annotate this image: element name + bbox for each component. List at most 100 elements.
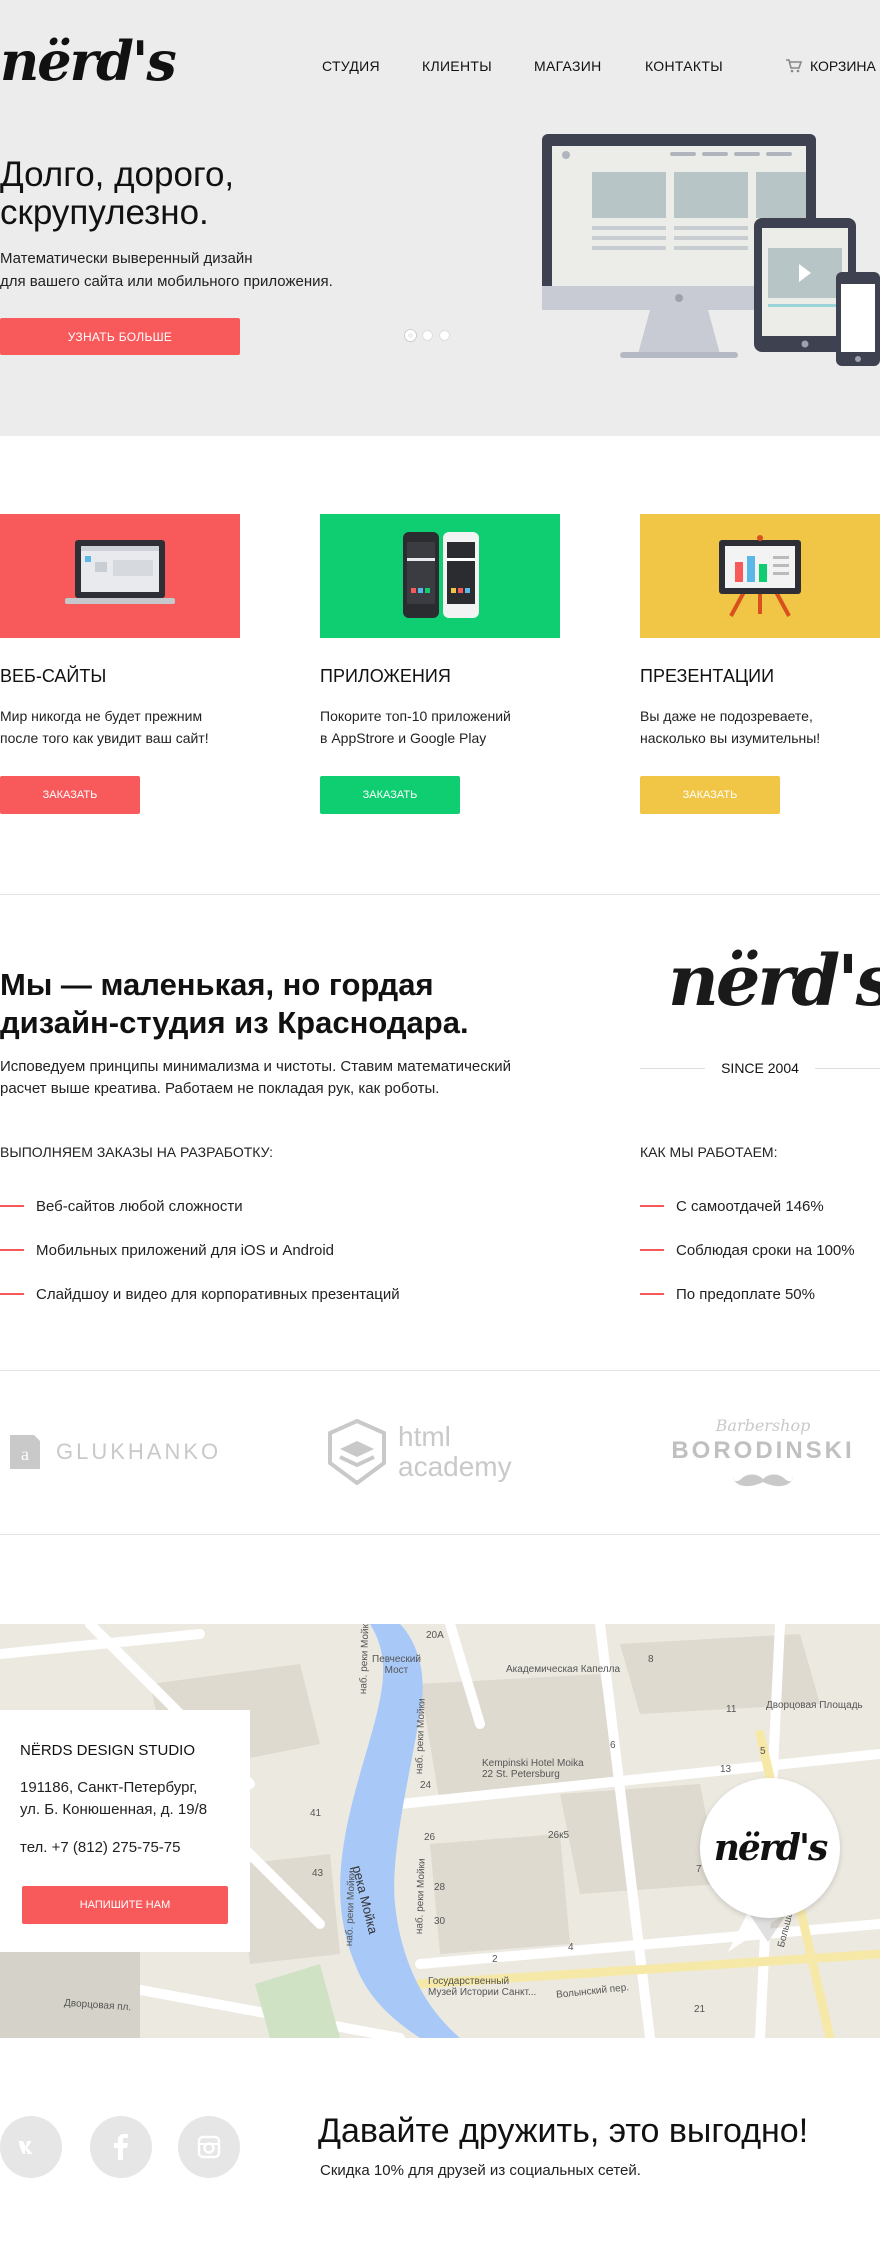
phones-icon: [403, 532, 479, 618]
work-list: С самоотдачей 146% Соблюдая сроки на 100…: [640, 1184, 855, 1316]
slider-dot-2[interactable]: [422, 330, 433, 341]
html-academy-line1: html: [398, 1421, 451, 1452]
service-title: ПРЕЗЕНТАЦИИ: [640, 666, 775, 686]
map-house-number: 43: [312, 1868, 324, 1879]
list-item: По предоплате 50%: [640, 1272, 855, 1316]
apps-image: [320, 514, 560, 638]
about-text-line2: расчет выше креатива. Работаем не поклад…: [0, 1080, 440, 1097]
about-title-line2: дизайн-студия из Краснодара.: [0, 1005, 469, 1040]
map-house-number: 21: [694, 2004, 706, 2015]
hero-subtitle-line2: для вашего сайта или мобильного приложен…: [0, 273, 333, 290]
order-presentations-button[interactable]: ЗАКАЗАТЬ: [640, 776, 780, 814]
work-heading: КАК МЫ РАБОТАЕМ:: [640, 1144, 778, 1160]
order-websites-button[interactable]: ЗАКАЗАТЬ: [0, 776, 140, 814]
divider: [0, 894, 880, 895]
html-academy-name: html academy: [398, 1422, 512, 1482]
list-item: С самоотдачей 146%: [640, 1184, 855, 1228]
map-house-number: 26к5: [548, 1830, 570, 1841]
nav-item-contacts[interactable]: КОНТАКТЫ: [645, 58, 723, 74]
devices-illustration: [542, 134, 880, 366]
map-house-number: 5: [760, 1746, 766, 1757]
slider-dot-1[interactable]: [405, 330, 416, 341]
svg-text:a: a: [21, 1444, 29, 1464]
studio-name: NËRDS DESIGN STUDIO: [20, 1742, 196, 1759]
client-glukhanko[interactable]: a GLUKHANKO: [10, 1370, 221, 1534]
order-apps-button[interactable]: ЗАКАЗАТЬ: [320, 776, 460, 814]
map-marker-logo[interactable]: nërd's: [700, 1778, 840, 1918]
map-house-number: 4: [568, 1942, 574, 1953]
hero-subtitle-line1: Математически выверенный дизайн: [0, 250, 253, 267]
map-label-kempinski: Kempinski Hotel Moika 22 St. Petersburg: [482, 1758, 584, 1780]
slider-dot-3[interactable]: [439, 330, 450, 341]
list-item: Соблюдая сроки на 100%: [640, 1228, 855, 1272]
map-label-capella: Академическая Капелла: [506, 1664, 621, 1675]
websites-image: [0, 514, 240, 638]
contact-card: NËRDS DESIGN STUDIO 191186, Санкт-Петерб…: [0, 1710, 250, 1952]
service-title: ВЕБ-САЙТЫ: [0, 666, 107, 686]
hero-subtitle: Математически выверенный дизайн для ваше…: [0, 247, 400, 293]
learn-more-button[interactable]: УЗНАТЬ БОЛЬШЕ: [0, 318, 240, 355]
client-html-academy[interactable]: html academy: [328, 1370, 512, 1534]
footer-title: Давайте дружить, это выгодно!: [318, 2112, 809, 2150]
map-section[interactable]: Певческий Мост Академическая Капелла Дво…: [0, 1624, 880, 2038]
instagram-icon[interactable]: [178, 2116, 240, 2178]
about-logo: nërd's: [668, 939, 880, 1022]
client-borodinski[interactable]: Barbershop BORODINSKI: [650, 1370, 876, 1534]
map-house-number: 26: [424, 1832, 436, 1843]
about-title: Мы — маленькая, но гордая дизайн-студия …: [0, 966, 469, 1042]
service-websites: ВЕБ-САЙТЫ Мир никогда не будет прежним п…: [0, 514, 240, 814]
easel-icon: [719, 535, 801, 617]
bubble-tail: [728, 1912, 788, 1952]
services-section: ВЕБ-САЙТЫ Мир никогда не будет прежним п…: [0, 514, 880, 814]
service-apps: ПРИЛОЖЕНИЯ Покорите топ-10 приложений в …: [320, 514, 560, 814]
nav-item-studio[interactable]: СТУДИЯ: [322, 58, 380, 74]
map-house-number: 11: [726, 1704, 737, 1715]
service-text: Вы даже не подозреваете, насколько вы из…: [640, 708, 821, 746]
laptop-icon: [65, 540, 175, 604]
list-item: Веб-сайтов любой сложности: [0, 1184, 400, 1228]
service-text: Мир никогда не будет прежним после того …: [0, 708, 209, 746]
html-academy-logo-icon: [328, 1419, 386, 1485]
html-academy-line2: academy: [398, 1451, 512, 1482]
studio-address: 191186, Санкт-Петербург, ул. Б. Конюшенн…: [20, 1779, 208, 1818]
hero-title-line2: скрупулезно.: [0, 193, 209, 232]
map-house-number: 7: [696, 1864, 702, 1875]
cart-link[interactable]: КОРЗИНА: [786, 58, 876, 74]
divider: [0, 1534, 880, 1535]
nav-item-clients[interactable]: КЛИЕНТЫ: [422, 58, 492, 74]
map-house-number: 8: [648, 1654, 654, 1665]
hero-title: Долго, дорого, скрупулезно.: [0, 156, 234, 232]
map-house-number: 6: [610, 1740, 616, 1751]
barbershop-script: Barbershop: [715, 1415, 811, 1435]
hero-section: nërd's СТУДИЯ КЛИЕНТЫ МАГАЗИН КОНТАКТЫ К…: [0, 0, 880, 436]
orders-list: Веб-сайтов любой сложности Мобильных при…: [0, 1184, 400, 1316]
presentations-image: [640, 514, 880, 638]
map-house-number: 13: [720, 1764, 732, 1775]
write-us-button[interactable]: НАПИШИТЕ НАМ: [22, 1886, 228, 1924]
about-text: Исповедуем принципы минимализма и чистот…: [0, 1056, 600, 1100]
glukhanko-logo-icon: a: [10, 1435, 40, 1469]
list-item: Мобильных приложений для iOS и Android: [0, 1228, 400, 1272]
about-title-line1: Мы — маленькая, но гордая: [0, 967, 434, 1002]
map-label-museum: Государственный Музей Истории Санкт...: [428, 1976, 537, 1998]
nav-item-shop[interactable]: МАГАЗИН: [534, 58, 602, 74]
map-house-number: 20A: [426, 1630, 444, 1641]
clients-section: a GLUKHANKO html academy Barbershop BORO…: [0, 1370, 880, 1534]
service-text: Покорите топ-10 приложений в AppStrore и…: [320, 708, 511, 746]
cart-icon: [786, 59, 802, 73]
list-item: Слайдшоу и видео для корпоративных презе…: [0, 1272, 400, 1316]
logo[interactable]: nërd's: [0, 34, 177, 88]
borodinski-name: BORODINSKI: [671, 1436, 855, 1464]
vk-icon[interactable]: [0, 2116, 62, 2178]
cart-label: КОРЗИНА: [810, 58, 876, 74]
studio-phone: тел. +7 (812) 275-75-75: [20, 1839, 181, 1856]
about-text-line1: Исповедуем принципы минимализма и чистот…: [0, 1058, 512, 1075]
map-house-number: 24: [420, 1780, 432, 1791]
slider-dots: [405, 330, 450, 341]
map-house-number: 41: [310, 1808, 322, 1819]
since-label: SINCE 2004: [640, 1058, 880, 1078]
map-house-number: 2: [492, 1954, 498, 1965]
facebook-icon[interactable]: [90, 2116, 152, 2178]
map-label-palace-square: Дворцовая Площадь: [766, 1700, 863, 1711]
map-house-number: 30: [434, 1916, 446, 1927]
